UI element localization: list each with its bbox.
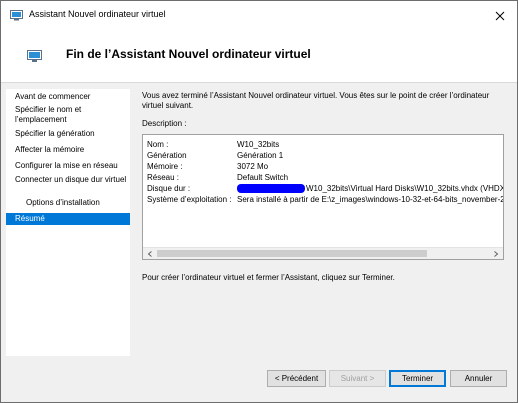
previous-button[interactable]: < Précédent [267,370,326,387]
intro-text: Vous avez terminé l’Assistant Nouvel ord… [142,91,490,110]
summary-value: W10_32bits [237,140,280,149]
summary-page: Vous avez terminé l’Assistant Nouvel ord… [132,89,512,356]
nav-item-generation[interactable]: Spécifier la génération [15,129,127,139]
close-icon [495,11,505,21]
next-button[interactable]: Suivant > [329,370,386,387]
nav-item-memory[interactable]: Affecter la mémoire [15,145,127,155]
disk-path: W10_32bits\Virtual Hard Disks\W10_32bits… [306,184,504,193]
redaction-mark [237,184,305,194]
nav-item-before-you-begin[interactable]: Avant de commencer [15,92,127,102]
nav-item-networking[interactable]: Configurer la mise en réseau [15,161,127,171]
nav-item-install-options[interactable]: Options d’installation [26,198,138,208]
title-bar: Assistant Nouvel ordinateur virtuel [1,1,517,31]
summary-key: Mémoire : [147,162,183,171]
finish-instructions: Pour créer l’ordinateur virtuel et ferme… [142,273,395,282]
finish-button[interactable]: Terminer [389,370,446,387]
virtual-machine-icon [27,50,42,63]
summary-value: 3072 Mo [237,162,269,171]
cancel-button[interactable]: Annuler [450,370,507,387]
wizard-header: Fin de l’Assistant Nouvel ordinateur vir… [1,31,517,83]
nav-item-virtual-disk[interactable]: Connecter un disque dur virtuel [15,175,127,185]
scroll-left-arrow-icon[interactable] [146,250,154,258]
wizard-window: Assistant Nouvel ordinateur virtuel Fin … [0,0,518,403]
summary-value: Génération 1 [237,151,284,160]
summary-key: Système d’exploitation : [147,195,232,204]
description-label: Description : [142,119,187,128]
summary-value: Sera installé à partir de E:\z_images\wi… [237,195,504,204]
wizard-steps-nav: Avant de commencer Spécifier le nom et l… [6,89,130,356]
window-title: Assistant Nouvel ordinateur virtuel [29,9,166,19]
nav-item-name-location[interactable]: Spécifier le nom et l’emplacement [15,105,127,125]
summary-key: Réseau : [147,173,180,182]
summary-value: Default Switch [237,173,289,182]
summary-value-disk: W10_32bits\Virtual Hard Disks\W10_32bits… [237,184,504,194]
horizontal-scrollbar[interactable] [143,247,503,259]
summary-list[interactable]: Nom : W10_32bits Génération Génération 1… [142,134,504,260]
scroll-right-arrow-icon[interactable] [492,250,500,258]
summary-key: Nom : [147,140,169,149]
close-button[interactable] [485,1,515,31]
summary-key: Disque dur : [147,184,191,193]
nav-item-summary[interactable]: Résumé [6,213,130,225]
page-title: Fin de l’Assistant Nouvel ordinateur vir… [66,47,311,61]
virtual-machine-icon [10,10,23,21]
scrollbar-thumb[interactable] [157,250,427,257]
summary-key: Génération [147,151,187,160]
